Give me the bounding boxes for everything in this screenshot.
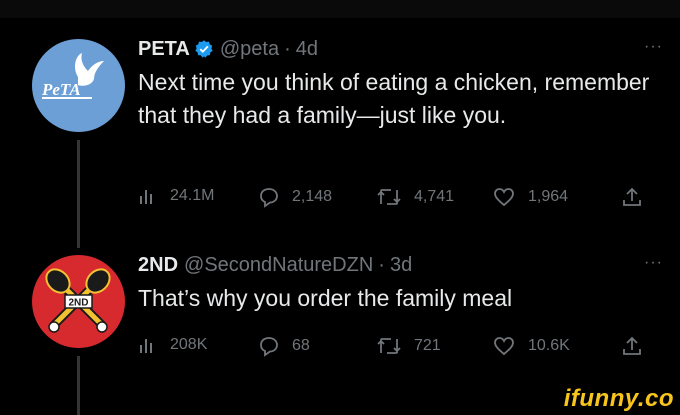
like-action[interactable]: 1,964: [492, 186, 568, 208]
thread-line: [77, 140, 80, 248]
crossed-spoons-logo-icon: 2ND: [45, 268, 111, 333]
author-handle[interactable]: @SecondNatureDZN: [184, 252, 373, 278]
separator-dot: ·: [284, 38, 291, 60]
heart-icon: [494, 188, 514, 207]
like-count: 10.6K: [528, 337, 570, 354]
more-options-icon[interactable]: ···: [644, 38, 663, 56]
tweet-actions: 24.1M 2,148 4,741 1,964: [138, 186, 648, 212]
like-count: 1,964: [528, 188, 569, 205]
views-count: 208K: [170, 336, 208, 353]
share-action[interactable]: [622, 186, 654, 208]
reply-icon: [260, 188, 278, 208]
tweet-2nd[interactable]: 2ND @SecondNatureDZN · 3d ··· That’s why…: [138, 252, 663, 315]
reply-action[interactable]: 2,148: [258, 186, 332, 208]
retweet-icon: [377, 338, 401, 354]
views-count: 24.1M: [170, 187, 215, 204]
timestamp[interactable]: 3d: [390, 252, 412, 278]
peta-avatar[interactable]: PeTA: [32, 39, 125, 132]
like-action[interactable]: 10.6K: [492, 335, 570, 357]
heart-icon: [494, 337, 514, 356]
verified-badge-icon: [195, 40, 213, 58]
secondnature-avatar[interactable]: 2ND: [32, 255, 125, 348]
separator-dot: ·: [378, 254, 385, 276]
reply-action[interactable]: 68: [258, 335, 310, 357]
reply-count: 2,148: [292, 188, 333, 205]
author-name[interactable]: 2ND: [138, 252, 178, 278]
reply-count: 68: [292, 337, 310, 354]
ifunny-watermark: ifunny.co: [563, 385, 674, 412]
share-icon: [623, 187, 641, 206]
tweet-actions: 208K 68 721 10.6K: [138, 335, 648, 361]
author-name[interactable]: PETA: [138, 36, 190, 62]
second-logo-text: 2ND: [68, 298, 88, 309]
retweet-action[interactable]: 4,741: [376, 186, 454, 208]
share-action[interactable]: [622, 335, 654, 357]
reply-icon: [260, 337, 278, 357]
tweet-peta[interactable]: PETA @peta · 4d ··· Next time you think …: [138, 36, 663, 132]
retweet-count: 721: [414, 337, 441, 354]
peta-logo-text: PeTA: [41, 80, 81, 99]
views-action[interactable]: 24.1M: [138, 186, 214, 206]
retweet-icon: [377, 189, 401, 205]
views-action[interactable]: 208K: [138, 335, 207, 355]
tweet-text: Next time you think of eating a chicken,…: [138, 69, 650, 128]
share-icon: [623, 336, 641, 355]
more-options-icon[interactable]: ···: [644, 254, 663, 272]
timestamp[interactable]: 4d: [296, 36, 318, 62]
analytics-icon: [140, 190, 152, 204]
author-handle[interactable]: @peta: [220, 36, 279, 62]
analytics-icon: [140, 339, 152, 353]
thread-line: [77, 356, 80, 415]
tweet-header: PETA @peta · 4d: [138, 36, 663, 62]
top-bar: [0, 0, 680, 18]
retweet-action[interactable]: 721: [376, 335, 441, 357]
tweet-header: 2ND @SecondNatureDZN · 3d: [138, 252, 663, 278]
retweet-count: 4,741: [414, 188, 455, 205]
peta-logo-icon: PeTA: [41, 53, 104, 99]
tweet-text: That’s why you order the family meal: [138, 285, 513, 311]
